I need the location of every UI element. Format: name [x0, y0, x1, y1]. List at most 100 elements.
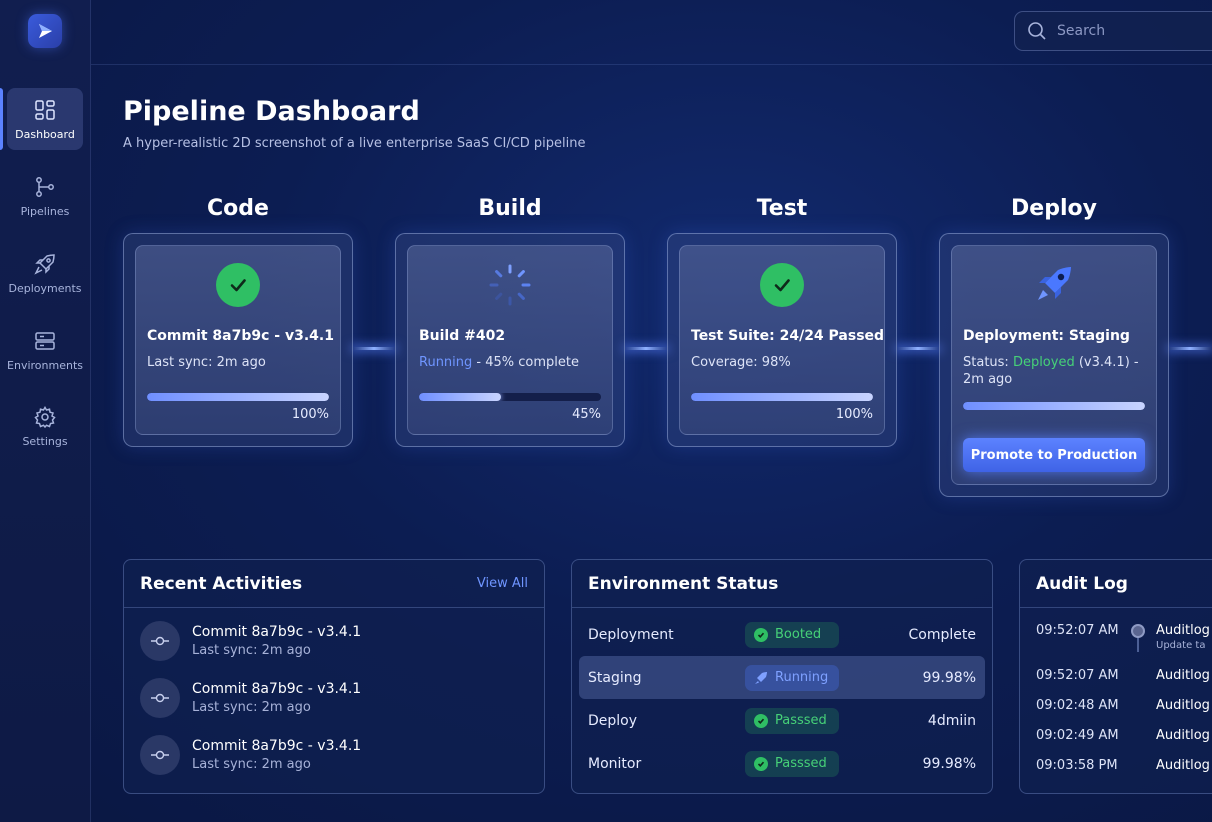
sidebar-item-environments[interactable]: Environments: [7, 319, 83, 381]
sidebar-item-label: Environments: [7, 358, 83, 372]
environment-status-panel: Environment Status Deployment Booted Com…: [571, 559, 993, 794]
progress-fill: [419, 393, 501, 401]
status-deployed: Deployed: [1012, 355, 1075, 370]
env-value: 99.98%: [922, 669, 976, 686]
stage-card-code[interactable]: Commit 8a7b9c - v3.4.1 Last sync: 2m ago…: [123, 233, 353, 447]
dashboard-icon: [35, 99, 55, 120]
progress-label: 45%: [572, 407, 601, 422]
badge-label: Passsed: [775, 756, 827, 771]
gear-icon: [34, 405, 56, 428]
sidebar-item-dashboard[interactable]: Dashboard: [7, 88, 83, 150]
connector-line: [624, 347, 668, 350]
connector-line: [1168, 347, 1212, 350]
search-placeholder: Search: [1057, 23, 1106, 39]
card-subtitle: Last sync: 2m ago: [147, 355, 266, 370]
sidebar-item-deployments[interactable]: Deployments: [7, 242, 83, 304]
env-value: 4dmiin: [927, 712, 976, 729]
progress-bar: [419, 393, 601, 401]
card-title: Commit 8a7b9c - v3.4.1: [147, 328, 334, 344]
activity-title: Commit 8a7b9c - v3.4.1: [192, 623, 362, 640]
env-name: Deploy: [588, 712, 638, 729]
card-subtitle: Status: Deployed (v3.4.1) - 2m ago: [963, 354, 1145, 388]
search-input[interactable]: Search: [1014, 11, 1212, 51]
active-indicator: [0, 88, 3, 150]
env-name: Deployment: [588, 626, 674, 643]
sidebar-item-settings[interactable]: Settings: [7, 395, 83, 457]
check-icon: [754, 713, 768, 728]
activity-subtitle: Last sync: 2m ago: [192, 699, 311, 715]
table-row[interactable]: Deploy Passsed 4dmiin: [572, 699, 992, 742]
activity-subtitle: Last sync: 2m ago: [192, 756, 311, 772]
server-icon: [35, 331, 55, 350]
env-value: Complete: [908, 626, 976, 643]
audit-time: 09:03:58 PM: [1036, 758, 1118, 773]
stage-title-build: Build: [478, 196, 542, 221]
page-title: Pipeline Dashboard: [123, 96, 420, 127]
badge-label: Passsed: [775, 713, 827, 728]
audit-label: Auditlog: [1156, 728, 1210, 743]
search-icon: [1028, 22, 1046, 40]
check-icon: [754, 627, 768, 642]
status-detail: - 45% complete: [472, 355, 579, 370]
audit-time: 09:02:48 AM: [1036, 698, 1119, 713]
sidebar: Dashboard Pipelines Deployments Environm…: [0, 0, 91, 822]
app-logo-icon[interactable]: [28, 14, 62, 48]
audit-sublabel: Update ta: [1156, 640, 1206, 651]
progress-fill: [963, 402, 1145, 410]
sidebar-item-label: Dashboard: [15, 127, 75, 141]
progress-bar: [147, 393, 329, 401]
promote-to-production-button[interactable]: Promote to Production: [963, 438, 1145, 472]
panel-title: Audit Log: [1036, 573, 1128, 594]
table-row[interactable]: Staging Running 99.98%: [579, 656, 985, 699]
table-row[interactable]: Monitor Passsed 99.98%: [572, 742, 992, 785]
audit-time: 09:02:49 AM: [1036, 728, 1119, 743]
commit-icon: [140, 734, 180, 775]
card-title: Build #402: [419, 328, 506, 344]
list-item[interactable]: 09:52:07 AM Auditlog Update ta: [1020, 623, 1212, 668]
env-value: 99.98%: [922, 755, 976, 772]
commit-icon: [140, 620, 180, 661]
panel-title: Environment Status: [588, 573, 779, 594]
progress-label: 100%: [291, 407, 329, 422]
list-item[interactable]: 09:02:48 AM Auditlog: [1020, 698, 1212, 728]
check-icon: [216, 263, 260, 307]
sidebar-item-label: Deployments: [8, 281, 82, 295]
stage-title-code: Code: [207, 196, 269, 221]
view-all-link[interactable]: View All: [477, 576, 528, 591]
stage-card-test[interactable]: Test Suite: 24/24 Passed Coverage: 98% 1…: [667, 233, 897, 447]
progress-bar: [691, 393, 873, 401]
badge-label: Booted: [775, 627, 822, 642]
card-title: Deployment: Staging: [963, 328, 1130, 344]
card-title: Test Suite: 24/24 Passed: [691, 328, 885, 344]
stage-card-deploy[interactable]: Deployment: Staging Status: Deployed (v3…: [939, 233, 1169, 497]
list-item[interactable]: 09:02:49 AM Auditlog: [1020, 728, 1212, 758]
card-subtitle: Coverage: 98%: [691, 355, 791, 370]
list-item[interactable]: Commit 8a7b9c - v3.4.1 Last sync: 2m ago: [124, 669, 544, 726]
status-prefix: Status:: [963, 355, 1013, 370]
list-item[interactable]: Commit 8a7b9c - v3.4.1 Last sync: 2m ago: [124, 726, 544, 783]
audit-label: Auditlog: [1156, 668, 1210, 683]
rocket-icon: [1038, 267, 1071, 300]
progress-fill: [691, 393, 873, 401]
sidebar-item-pipelines[interactable]: Pipelines: [7, 165, 83, 227]
status-badge: Running: [745, 664, 839, 691]
table-row[interactable]: Deployment Booted Complete: [572, 613, 992, 656]
status-running: Running: [419, 355, 473, 370]
list-item[interactable]: 09:03:58 PM Auditlog: [1020, 758, 1212, 788]
activity-title: Commit 8a7b9c - v3.4.1: [192, 680, 362, 697]
progress-fill: [147, 393, 329, 401]
page-subtitle: A hyper-realistic 2D screenshot of a liv…: [123, 136, 586, 151]
check-icon: [754, 756, 768, 771]
list-item[interactable]: 09:52:07 AM Auditlog: [1020, 668, 1212, 698]
stage-title-test: Test: [756, 196, 808, 221]
stage-card-build[interactable]: Build #402 Running - 45% complete 45%: [395, 233, 625, 447]
git-branch-icon: [36, 176, 54, 197]
recent-activities-panel: Recent Activities View All Commit 8a7b9c…: [123, 559, 545, 794]
audit-label: Auditlog: [1156, 758, 1210, 773]
spinner-icon: [489, 264, 531, 306]
stage-title-deploy: Deploy: [1011, 196, 1097, 221]
audit-log-panel: Audit Log 09:52:07 AM Auditlog Update ta …: [1019, 559, 1212, 794]
top-bar: Search: [91, 0, 1212, 65]
status-badge: Passsed: [745, 707, 839, 734]
list-item[interactable]: Commit 8a7b9c - v3.4.1 Last sync: 2m ago: [124, 612, 544, 669]
